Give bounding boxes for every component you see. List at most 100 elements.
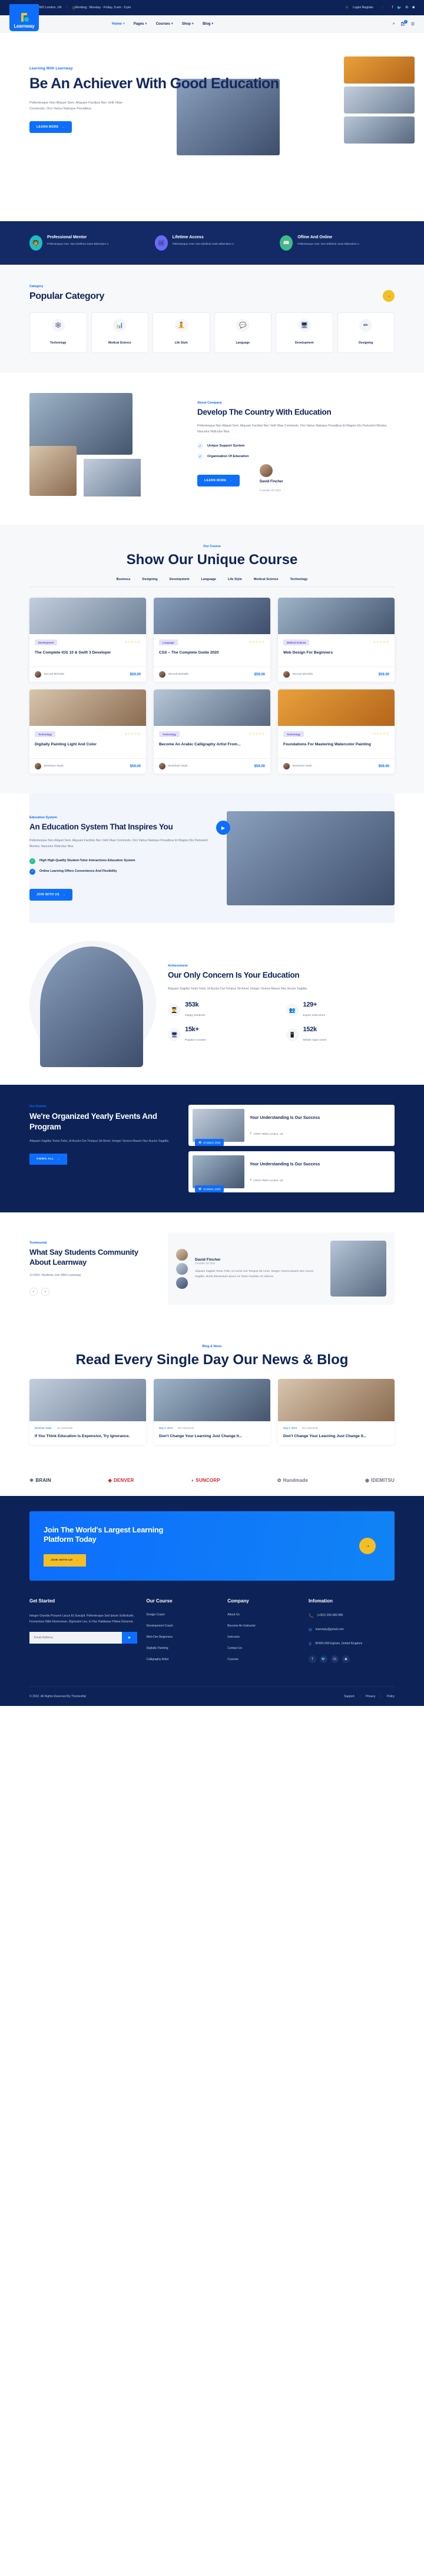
tab-medical-science[interactable]: Medical Science: [254, 578, 279, 581]
achievement-title: Our Only Concern Is Your Education: [168, 970, 300, 979]
linkedin-icon[interactable]: in: [330, 1655, 339, 1663]
cta-join-button[interactable]: JOIN WITH US →: [44, 1554, 86, 1567]
category-card-development[interactable]: 🖥 Development: [276, 312, 333, 353]
email-input[interactable]: [29, 1632, 122, 1644]
event-card[interactable]: 📅 31 March, 2023 Your Understanding Is Ou…: [188, 1105, 395, 1146]
nav-item-blog[interactable]: Blog +: [203, 22, 214, 26]
footer-phone[interactable]: 📞 (+001) 256 689 985: [309, 1613, 395, 1620]
course-card[interactable]: Technology ☆☆☆☆☆ Digitally Painting Light…: [29, 689, 146, 774]
lifetime-icon: 🖼: [154, 235, 168, 251]
blog-card[interactable]: May 4, 2023 No Comments Don't Change Your…: [278, 1379, 395, 1445]
tab-life-style[interactable]: Life Style: [228, 578, 242, 581]
instagram-icon[interactable]: ◙: [342, 1655, 350, 1663]
linkedin-icon[interactable]: in: [406, 6, 409, 9]
footer-privacy-link[interactable]: Privacy: [366, 1695, 375, 1698]
course-card[interactable]: Medical Science ☆☆☆☆☆ Web Design For Begi…: [278, 598, 395, 682]
edu-point-label: High High-Quality Student-Tutor Interact…: [39, 858, 135, 862]
events-view-all-button[interactable]: VIEWS ALL →: [29, 1154, 67, 1165]
footer-company: Company About Us Become An Instructor In…: [227, 1598, 299, 1669]
twitter-icon[interactable]: 🐦: [319, 1655, 327, 1663]
category-card-life-style[interactable]: 🧘 Life Style: [153, 312, 210, 353]
search-icon[interactable]: ⌕: [393, 22, 395, 26]
tab-development[interactable]: Development: [170, 578, 190, 581]
founder-role: Founder Of CEO: [260, 489, 281, 493]
category-card-language[interactable]: 💬 Language: [214, 312, 271, 353]
footer-link[interactable]: About Us: [227, 1613, 299, 1617]
achievement-description: Aliquam Sagittis Tortor Felis, Id Auctor…: [168, 987, 308, 991]
play-icon[interactable]: ▶: [216, 821, 230, 835]
mail-icon: ✉: [308, 1628, 312, 1633]
nav-item-shop[interactable]: Shop +: [182, 22, 194, 26]
blog-card[interactable]: Beckham Noah No Comments If You Think Edu…: [29, 1379, 146, 1445]
edu-video-thumbnail[interactable]: ▶: [216, 811, 395, 905]
footer-heading: Get Started: [29, 1598, 55, 1604]
feature-title: Lifetime Access: [172, 235, 204, 239]
facebook-icon[interactable]: f: [308, 1655, 316, 1663]
footer-link[interactable]: Courses: [227, 1658, 299, 1661]
footer-link[interactable]: Contact Us: [227, 1647, 299, 1650]
course-card[interactable]: Technology ☆☆☆☆☆ Foundations For Masterin…: [278, 689, 395, 774]
chevron-right-icon[interactable]: ›: [41, 1287, 49, 1296]
category-card-technology[interactable]: 🕸 Technology: [29, 312, 87, 353]
footer-link[interactable]: Development Coach: [147, 1624, 218, 1628]
tab-technology[interactable]: Technology: [290, 578, 308, 581]
footer-support-link[interactable]: Support: [344, 1695, 355, 1698]
calendar-icon: 📅: [198, 1141, 202, 1144]
footer-link[interactable]: Become An Instructor: [227, 1624, 299, 1628]
code-icon: 🖥: [297, 319, 311, 332]
feature-offline-online: 📖 Ofline And Online Pellentesque Ante, N…: [280, 235, 395, 251]
event-card[interactable]: 📅 31 March, 2023 Your Understanding Is Ou…: [188, 1151, 395, 1192]
category-card-medical-science[interactable]: 📊 Medical Science: [91, 312, 148, 353]
about-learn-more-button[interactable]: LEARN MORE →: [197, 474, 240, 486]
login-register-link[interactable]: Login/ Register: [353, 6, 373, 9]
twitter-icon[interactable]: 🐦: [397, 6, 401, 10]
hero-learn-more-button[interactable]: LEARN MORE →: [29, 121, 72, 134]
edu-point: ✓ High High-Quality Student-Tutor Interac…: [29, 858, 216, 864]
chevron-left-icon[interactable]: ‹: [29, 1287, 38, 1296]
footer-email[interactable]: ✉ learnway@gmail.com: [309, 1627, 395, 1634]
divider: |: [66, 6, 68, 9]
footer-link[interactable]: Design Coach: [147, 1613, 218, 1617]
nav-item-home[interactable]: Home +: [112, 22, 125, 26]
avatar: [176, 1262, 188, 1275]
check-icon: ✓: [29, 858, 35, 864]
footer-link[interactable]: Web Dev Beginners: [147, 1635, 218, 1639]
logo[interactable]: Learnway: [9, 4, 39, 31]
category-next-button[interactable]: →: [383, 290, 395, 302]
course-card[interactable]: Language ☆☆☆☆☆ CSS – The Complete Guide 2…: [154, 598, 270, 682]
newsletter-submit-button[interactable]: ➤: [121, 1632, 137, 1644]
copyright: © 2022. All Rights Reserved By Themesfla…: [29, 1695, 86, 1699]
achievement-section: Achievement Our Only Concern Is Your Edu…: [0, 923, 424, 1085]
tab-business[interactable]: Business: [117, 578, 131, 581]
footer-link[interactable]: Calligraphy Artist: [147, 1658, 218, 1661]
arrow-right-icon[interactable]: →: [359, 1537, 376, 1554]
brand-handmade: ✿ Handmade: [277, 1477, 309, 1483]
nav-item-pages[interactable]: Pages +: [134, 22, 147, 26]
course-author: Beckham Noah: [168, 765, 188, 768]
rating-stars-icon: ☆☆☆☆☆: [373, 732, 389, 736]
category-card-designing[interactable]: ✏ Designing: [337, 312, 395, 353]
category-name: Medical Science: [108, 341, 131, 345]
facebook-icon[interactable]: f: [392, 6, 393, 9]
chart-board-icon: 📊: [113, 319, 127, 332]
footer-policy-link[interactable]: Policy: [387, 1695, 395, 1698]
footer-link[interactable]: Digitally Painting: [147, 1647, 218, 1650]
edu-join-button[interactable]: JOIN WITH US →: [29, 888, 73, 901]
course-card[interactable]: Technology ☆☆☆☆☆ Become An Arabic Calligr…: [154, 689, 270, 774]
course-tag: Language: [159, 639, 178, 645]
tab-designing[interactable]: Designing: [143, 578, 158, 581]
footer: Get Started Integer Gravida Posuere Lacu…: [0, 1581, 424, 1707]
course-price: $59.00: [378, 672, 389, 677]
instagram-icon[interactable]: ◙: [412, 6, 415, 9]
blog-card[interactable]: May 4, 2023 No Comments Don't Change Your…: [154, 1379, 270, 1445]
course-card[interactable]: Development ☆☆☆☆☆ The Complete IOS 10 & S…: [29, 598, 146, 682]
about-images: [29, 393, 186, 505]
avatar: [159, 671, 165, 678]
menu-icon[interactable]: ☰: [411, 22, 415, 26]
tab-language[interactable]: Language: [201, 578, 216, 581]
footer-link[interactable]: Instructor: [227, 1635, 299, 1639]
arrow-right-icon: →: [75, 1559, 79, 1562]
about-label: About Company: [197, 401, 222, 405]
cart-icon[interactable]: 🛍 0: [400, 20, 408, 26]
nav-item-courses[interactable]: Courses +: [156, 22, 173, 26]
